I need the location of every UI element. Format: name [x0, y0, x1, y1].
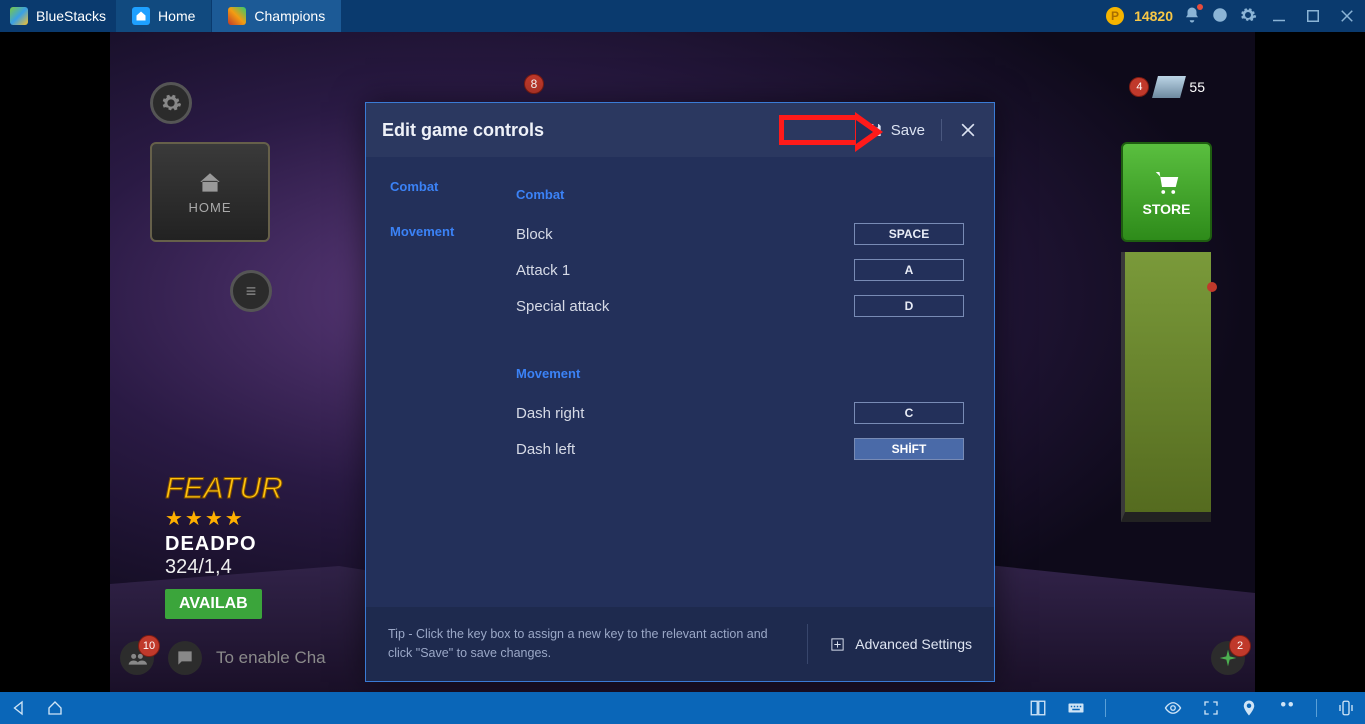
account-icon[interactable]	[1211, 6, 1229, 27]
featured-panel: FEATUR ★★★★ DEADPO 324/1,4 AVAILAB	[165, 472, 283, 619]
keyboard-icon[interactable]	[1067, 699, 1085, 717]
label-special: Special attack	[516, 298, 609, 315]
minimize-button[interactable]	[1267, 4, 1291, 28]
featured-title: FEATUR	[165, 472, 283, 506]
mail-badge: 2	[1229, 635, 1251, 657]
row-dash-right: Dash right C	[516, 395, 964, 431]
row-block: Block SPACE	[516, 216, 964, 252]
character-portrait[interactable]	[1121, 252, 1211, 522]
keybox-special[interactable]: D	[854, 295, 964, 317]
toggle-keymap-icon[interactable]	[1029, 699, 1047, 717]
label-block: Block	[516, 226, 553, 243]
close-window-button[interactable]	[1335, 4, 1359, 28]
sidebar-item-movement[interactable]: Movement	[390, 224, 496, 239]
game-home-label: HOME	[189, 200, 232, 215]
label-dash-left: Dash left	[516, 441, 575, 458]
advanced-settings-icon	[830, 637, 845, 652]
modal-footer: Tip - Click the key box to assign a new …	[366, 607, 994, 681]
bluestacks-icon	[10, 7, 28, 25]
install-apk-icon[interactable]	[1126, 699, 1144, 717]
screenshot-icon[interactable]	[1278, 699, 1296, 717]
taskbar-divider	[1105, 699, 1106, 717]
game-settings-button[interactable]	[150, 82, 192, 124]
featured-available-button[interactable]: AVAILAB	[165, 589, 262, 619]
label-dash-right: Dash right	[516, 405, 584, 422]
chat-bubble-icon[interactable]	[168, 641, 202, 675]
modal-body: Combat Movement Combat Block SPACE Attac…	[366, 157, 994, 609]
chat-placeholder: To enable Cha	[216, 648, 326, 668]
tab-champions[interactable]: Champions	[212, 0, 342, 32]
title-bar: BlueStacks Home Champions P 14820	[0, 0, 1365, 32]
section-title-movement: Movement	[516, 366, 964, 381]
crystal-count: 55	[1189, 79, 1205, 95]
champions-app-icon	[228, 7, 246, 25]
keybox-dash-right[interactable]: C	[854, 402, 964, 424]
featured-hero-stat: 324/1,4	[165, 556, 283, 579]
crystal-icon	[1152, 76, 1186, 98]
row-attack1: Attack 1 A	[516, 252, 964, 288]
game-menu-button[interactable]: ≡	[230, 270, 272, 312]
taskbar-divider-2	[1316, 699, 1317, 717]
keybox-attack1[interactable]: A	[854, 259, 964, 281]
emulator-viewport: ≡ 8 4 55 HOME STORE FEATUR ★★★★ DEADPO 3…	[0, 32, 1365, 692]
game-home-button[interactable]: HOME	[150, 142, 270, 242]
letterbox-right	[1255, 32, 1365, 692]
shake-icon[interactable]	[1337, 699, 1355, 717]
game-store-label: STORE	[1143, 201, 1191, 217]
hud-currency[interactable]: 4 55	[1129, 76, 1205, 98]
show-icon[interactable]	[1164, 699, 1182, 717]
modal-title: Edit game controls	[382, 120, 544, 141]
section-title-combat: Combat	[516, 187, 964, 202]
alliance-chat-icon[interactable]: 10	[120, 641, 154, 675]
modal-main: Combat Block SPACE Attack 1 A Special at…	[496, 157, 994, 609]
label-attack1: Attack 1	[516, 262, 570, 279]
tab-home[interactable]: Home	[116, 0, 212, 32]
gear-icon[interactable]	[1239, 6, 1257, 27]
advanced-settings-label: Advanced Settings	[855, 636, 972, 652]
save-label: Save	[891, 122, 925, 139]
modal-header: Edit game controls Save	[366, 103, 994, 157]
hud-energy-badge: 8	[524, 74, 544, 94]
save-button[interactable]: Save	[868, 122, 925, 139]
back-icon[interactable]	[10, 699, 28, 717]
tab-home-label: Home	[158, 8, 195, 24]
edit-controls-modal: Edit game controls Save Combat Movement	[365, 102, 995, 682]
location-icon[interactable]	[1240, 699, 1258, 717]
home-icon[interactable]	[46, 699, 64, 717]
close-button[interactable]	[958, 120, 978, 140]
save-icon	[868, 122, 884, 138]
crystal-badge: 4	[1129, 77, 1149, 97]
modal-sidebar: Combat Movement	[366, 157, 496, 609]
mail-icon[interactable]: 2	[1211, 641, 1245, 675]
sidebar-item-combat[interactable]: Combat	[390, 179, 496, 194]
coin-count: 14820	[1134, 8, 1173, 24]
row-dash-left: Dash left SHİFT	[516, 431, 964, 467]
brand-label: BlueStacks	[36, 8, 106, 24]
row-special: Special attack D	[516, 288, 964, 324]
keybox-block[interactable]: SPACE	[854, 223, 964, 245]
footer-divider	[807, 624, 808, 664]
featured-stars: ★★★★	[165, 506, 283, 531]
header-divider	[941, 119, 942, 141]
tab-champions-label: Champions	[254, 8, 325, 24]
footer-tip: Tip - Click the key box to assign a new …	[388, 625, 788, 663]
close-icon	[958, 120, 978, 140]
notification-icon[interactable]	[1183, 6, 1201, 27]
fullscreen-icon[interactable]	[1202, 699, 1220, 717]
title-right: P 14820	[1106, 4, 1365, 28]
bluestacks-logo: BlueStacks	[0, 7, 116, 25]
game-store-button[interactable]: STORE	[1121, 142, 1212, 242]
keybox-dash-left[interactable]: SHİFT	[854, 438, 964, 460]
letterbox-left	[0, 32, 110, 692]
maximize-button[interactable]	[1301, 4, 1325, 28]
featured-hero-name: DEADPO	[165, 533, 283, 556]
coin-icon: P	[1106, 7, 1124, 25]
android-taskbar	[0, 692, 1365, 724]
alliance-chat-badge: 10	[138, 635, 160, 657]
advanced-settings-button[interactable]: Advanced Settings	[830, 636, 972, 652]
tab-strip: Home Champions	[116, 0, 342, 32]
home-app-icon	[132, 7, 150, 25]
